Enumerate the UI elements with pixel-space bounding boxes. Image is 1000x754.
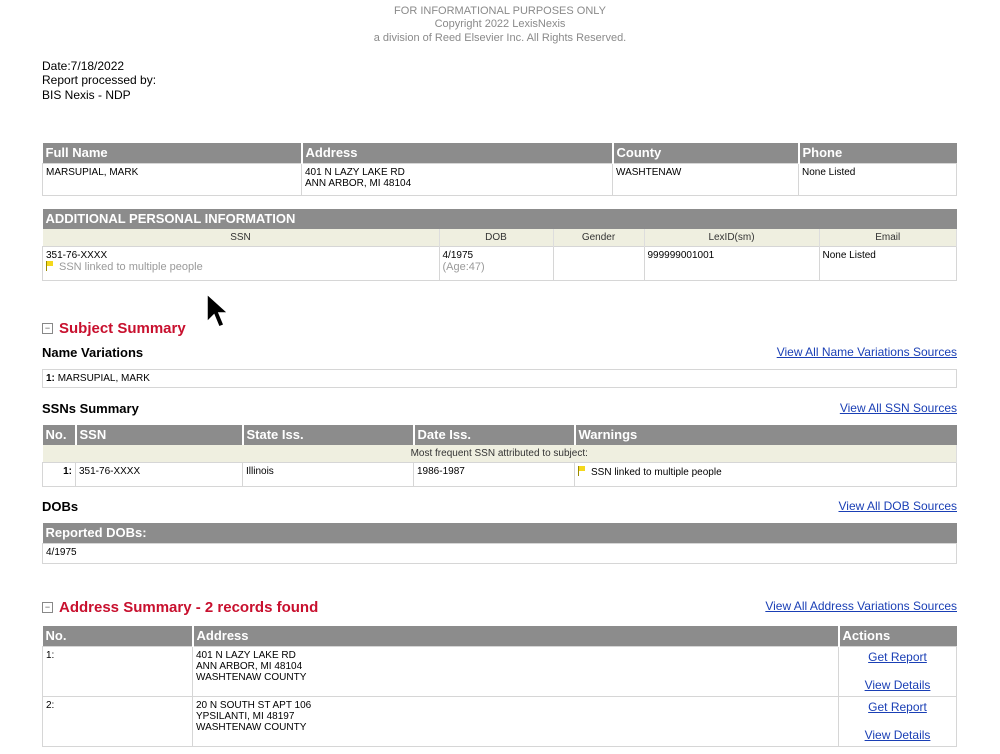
phone: None Listed <box>798 162 957 196</box>
name-variation-num: 1: <box>46 373 55 384</box>
subject-summary-heading: − Subject Summary <box>42 320 186 337</box>
ssn-row-date: 1986-1987 <box>413 462 575 487</box>
address-row-actions: Get Report View Details <box>838 645 957 697</box>
ssns-note: Most frequent SSN attributed to subject: <box>42 445 957 463</box>
report-processed-label: Report processed by: <box>42 73 157 87</box>
report-date: Date:7/18/2022 <box>42 59 125 73</box>
notice-line-3: a division of Reed Elsevier Inc. All Rig… <box>373 32 627 44</box>
header-lexid: LexID(sm) <box>644 229 820 247</box>
name-variations-table: 1: MARSUPIAL, MARK <box>42 369 957 388</box>
additional-dob: 4/1975 (Age:47) <box>438 246 554 281</box>
view-ssn-sources-link[interactable]: View All SSN Sources <box>840 401 957 415</box>
header-gender: Gender <box>553 229 645 247</box>
collapse-subject-summary-icon[interactable]: − <box>42 323 53 334</box>
header-dob: DOB <box>439 229 554 247</box>
address-row-line3: WASHTENAW COUNTY <box>196 671 307 683</box>
name-variation-name: MARSUPIAL, MARK <box>57 373 150 384</box>
address-row-address: 401 N LAZY LAKE RD ANN ARBOR, MI 48104 W… <box>192 645 839 697</box>
dobs-table: Reported DOBs: 4/1975 <box>42 523 957 564</box>
address-header-no: No. <box>42 626 194 646</box>
ssns-table: No. SSN State Iss. Date Iss. Warnings Mo… <box>42 425 957 487</box>
name-variations-label: Name Variations <box>42 345 144 360</box>
address-summary-heading: − Address Summary - 2 records found <box>42 599 318 616</box>
additional-info-title: ADDITIONAL PERSONAL INFORMATION <box>42 209 957 229</box>
ssns-summary-label: SSNs Summary <box>42 401 139 416</box>
ssn-value: 351-76-XXXX <box>46 250 108 261</box>
subject-summary-title: Subject Summary <box>59 320 186 337</box>
full-name: MARSUPIAL, MARK <box>42 162 302 196</box>
collapse-address-summary-icon[interactable]: − <box>42 602 53 613</box>
address-row-line2: ANN ARBOR, MI 48104 <box>196 660 303 672</box>
view-name-variations-link[interactable]: View All Name Variations Sources <box>777 345 957 359</box>
county: WASHTENAW <box>612 162 799 196</box>
dobs-label: DOBs <box>42 499 79 514</box>
header-ssn: SSN <box>42 229 440 247</box>
email-value: None Listed <box>818 246 957 281</box>
get-report-link[interactable]: Get Report <box>868 700 927 714</box>
report-processed-by: BIS Nexis - NDP <box>42 88 131 102</box>
gender-value <box>552 246 645 281</box>
ssn-row-ssn: 351-76-XXXX <box>75 462 243 487</box>
address-row-line1: 20 N SOUTH ST APT 106 <box>196 699 312 711</box>
address-line-2: ANN ARBOR, MI 48104 <box>305 177 412 189</box>
address-row-num: 2: <box>42 695 193 747</box>
person-table: Full Name Address County Phone MARSUPIAL… <box>42 143 957 196</box>
ssn-row-state: Illinois <box>242 462 414 487</box>
reported-dobs-header: Reported DOBs: <box>42 523 957 543</box>
address-line-1: 401 N LAZY LAKE RD <box>305 166 405 178</box>
reported-dob-value: 4/1975 <box>42 542 957 564</box>
additional-info-table: ADDITIONAL PERSONAL INFORMATION SSN DOB … <box>42 209 957 281</box>
address-row-num: 1: <box>42 645 193 697</box>
ssn-warning: SSN linked to multiple people <box>46 261 436 273</box>
header-phone: Phone <box>798 143 957 163</box>
ssn-row-warning: SSN linked to multiple people <box>574 462 957 487</box>
ssns-header-ssn: SSN <box>75 425 244 445</box>
view-details-link[interactable]: View Details <box>865 728 931 742</box>
view-details-link[interactable]: View Details <box>865 678 931 692</box>
flag-icon <box>578 466 585 476</box>
header-county: County <box>612 143 800 163</box>
table-row: 1: 401 N LAZY LAKE RD ANN ARBOR, MI 4810… <box>42 645 957 697</box>
notice-line-2: Copyright 2022 LexisNexis <box>434 18 566 30</box>
address-table: No. Address Actions 1: 401 N LAZY LAKE R… <box>42 626 957 747</box>
ssns-header-date: Date Iss. <box>413 425 576 445</box>
mouse-cursor-icon <box>206 292 230 328</box>
view-address-variations-link[interactable]: View All Address Variations Sources <box>765 599 957 613</box>
ssns-header-no: No. <box>42 425 77 445</box>
ssns-header-warnings: Warnings <box>574 425 957 445</box>
lexid-value: 999999001001 <box>643 246 820 281</box>
address-header-actions: Actions <box>838 626 957 646</box>
name-variation-item: 1: MARSUPIAL, MARK <box>42 369 957 388</box>
view-dob-sources-link[interactable]: View All DOB Sources <box>839 499 958 513</box>
address-row-line2: YPSILANTI, MI 48197 <box>196 710 295 722</box>
table-row: 1: 351-76-XXXX Illinois 1986-1987 SSN li… <box>42 462 957 487</box>
address-summary-title: Address Summary - 2 records found <box>59 599 319 616</box>
get-report-link[interactable]: Get Report <box>868 650 927 664</box>
address-row-actions: Get Report View Details <box>838 695 957 747</box>
header-email: Email <box>819 229 957 247</box>
notice-line-1: FOR INFORMATIONAL PURPOSES ONLY <box>394 5 606 17</box>
table-row: 2: 20 N SOUTH ST APT 106 YPSILANTI, MI 4… <box>42 695 957 747</box>
dob-value: 4/1975 <box>442 250 474 261</box>
ssn-row-warning-text: SSN linked to multiple people <box>591 467 722 478</box>
additional-ssn: 351-76-XXXX SSN linked to multiple peopl… <box>42 246 440 281</box>
list-item: 1: MARSUPIAL, MARK <box>42 369 957 388</box>
ssn-row-num: 1: <box>42 462 76 487</box>
header-full-name: Full Name <box>42 143 303 163</box>
address-row-line3: WASHTENAW COUNTY <box>196 721 307 733</box>
age-value: (Age:47) <box>442 261 485 273</box>
address-header-address: Address <box>192 626 840 646</box>
flag-icon <box>46 261 53 271</box>
ssn-warning-text: SSN linked to multiple people <box>59 261 203 273</box>
header-address: Address <box>301 143 614 163</box>
address-row-address: 20 N SOUTH ST APT 106 YPSILANTI, MI 4819… <box>192 695 839 747</box>
person-address: 401 N LAZY LAKE RD ANN ARBOR, MI 48104 <box>301 162 613 196</box>
address-row-line1: 401 N LAZY LAKE RD <box>196 649 296 661</box>
ssns-header-state: State Iss. <box>242 425 415 445</box>
